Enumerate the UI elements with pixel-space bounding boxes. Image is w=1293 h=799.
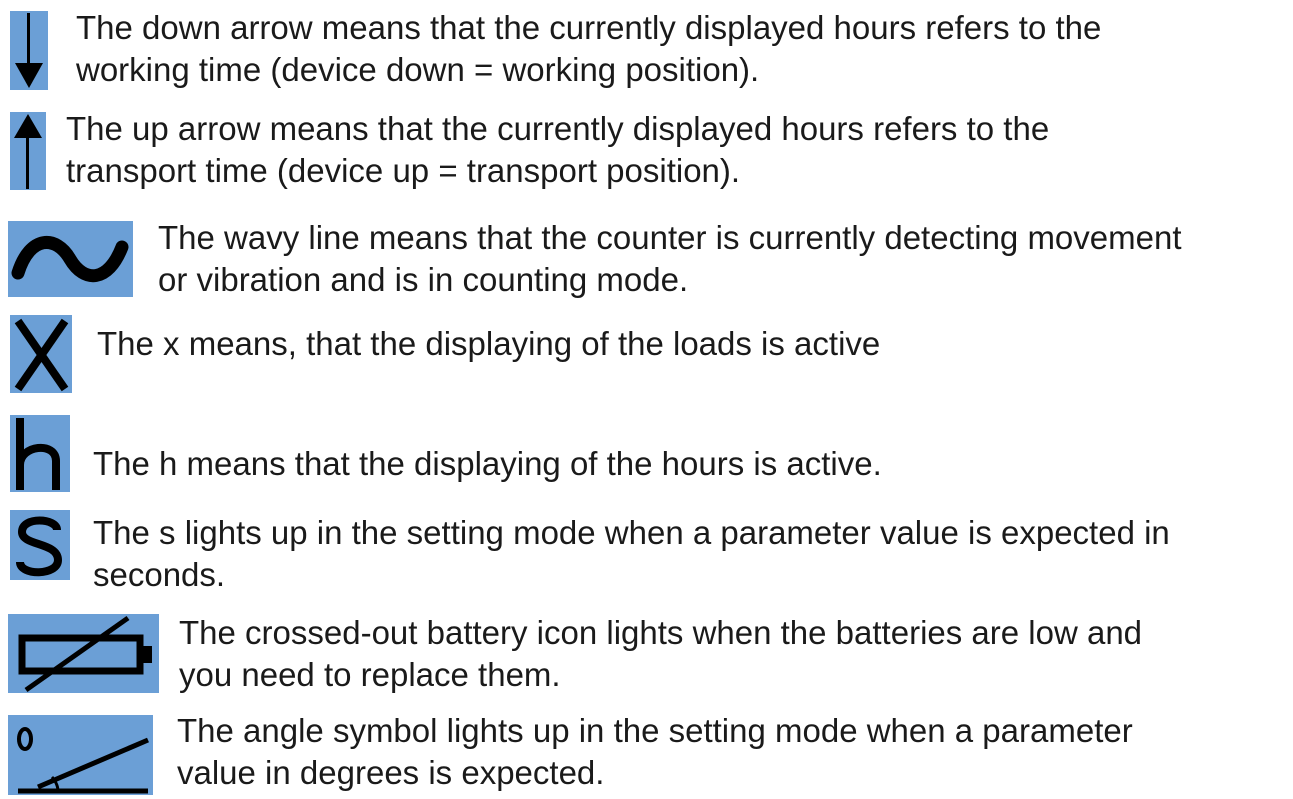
- arrow-down-icon: [10, 11, 48, 90]
- legend-text-up-arrow: The up arrow means that the currently di…: [66, 110, 1050, 189]
- h-icon: [10, 415, 70, 492]
- x-icon: [10, 315, 72, 393]
- arrow-up-icon: [10, 112, 46, 190]
- legend-text-s: The s lights up in the setting mode when…: [93, 514, 1170, 593]
- legend-text-angle: The angle symbol lights up in the settin…: [177, 712, 1133, 791]
- legend-text-h: The h means that the displaying of the h…: [93, 445, 882, 482]
- legend-text-down-arrow: The down arrow means that the currently …: [76, 9, 1102, 88]
- legend-text-battery: The crossed-out battery icon lights when…: [179, 614, 1143, 693]
- wavy-line-icon: [8, 221, 133, 297]
- s-icon: [10, 510, 70, 580]
- legend-text-wavy-line: The wavy line means that the counter is …: [158, 219, 1182, 298]
- angle-icon: [8, 715, 153, 795]
- legend-text-x: The x means, that the displaying of the …: [97, 325, 881, 362]
- crossed-battery-icon: [8, 614, 159, 693]
